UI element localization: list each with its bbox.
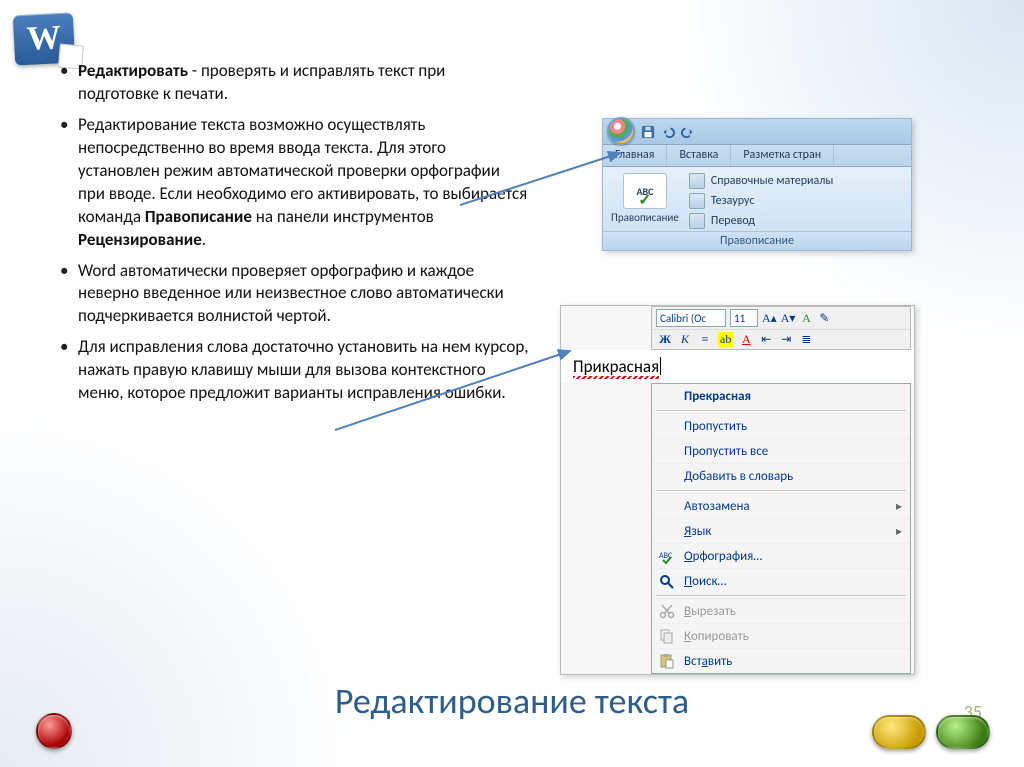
group-caption: Правописание (603, 231, 911, 250)
ctx-suggestion-label: Прекрасная (684, 389, 751, 404)
shrink-font-icon[interactable]: A▾ (781, 311, 796, 326)
ctx-search-u: П (684, 574, 692, 589)
ribbon-tabs: Главная Вставка Разметка стран (603, 145, 911, 167)
font-name-field[interactable]: Calibri (Ос (656, 309, 726, 327)
research-button[interactable]: Справочные материалы (689, 173, 833, 189)
cut-icon (658, 603, 676, 619)
thesaurus-button[interactable]: Тезаурус (689, 193, 833, 209)
bullet-2-bold2: Рецензирование (78, 229, 202, 250)
align-icon[interactable]: ≡ (698, 332, 712, 347)
spellcheck-icon: ABC (658, 548, 676, 564)
ctx-copy: Копировать (652, 623, 910, 648)
ctx-add-dictionary[interactable]: Добавить в словарь (652, 463, 910, 488)
ctx-spelling[interactable]: ABC Орфография… (652, 543, 910, 568)
spelling-button[interactable]: ABC Правописание (611, 173, 679, 229)
thesaurus-icon (689, 193, 705, 209)
spelling-icon: ABC (623, 173, 667, 209)
save-icon[interactable] (641, 125, 655, 139)
translate-button[interactable]: Перевод (689, 213, 833, 229)
spelling-label: Правописание (611, 211, 679, 224)
tab-home[interactable]: Главная (603, 145, 667, 166)
ctx-search-rest: оиск… (692, 574, 726, 589)
ctx-paste-rest: вить (708, 654, 732, 669)
office-button-icon[interactable] (607, 117, 635, 145)
ctx-search[interactable]: Поиск… (652, 568, 910, 593)
quick-access-toolbar (603, 119, 911, 145)
ctx-skip-all-label: Пропустить все (684, 444, 768, 459)
ctx-cut: Вырезать (652, 598, 910, 623)
context-menu: Прекрасная Пропустить Пропустить все Доб… (651, 383, 911, 674)
font-size-field[interactable]: 11 (730, 309, 758, 327)
document-text-area[interactable]: Прикрасная (561, 350, 914, 383)
redo-icon[interactable] (681, 125, 695, 139)
ctx-skip[interactable]: Пропустить (652, 413, 910, 438)
bullet-4: Для исправления слова достаточно установ… (60, 336, 530, 405)
indent-dec-icon[interactable]: ⇤ (759, 332, 773, 347)
text-cursor-icon (660, 357, 661, 375)
bullet-2-c: . (202, 229, 206, 250)
nav-stop-button[interactable] (36, 713, 72, 749)
ctx-cut-rest: ырезать (691, 604, 736, 619)
ctx-spell-rest: рфография… (693, 549, 763, 564)
styles-icon[interactable]: A (799, 311, 813, 326)
bullet-2-b: на панели инструментов (252, 206, 434, 227)
ctx-paste[interactable]: Вставить (652, 648, 910, 673)
ribbon-screenshot: Главная Вставка Разметка стран ABC Право… (602, 118, 912, 251)
nav-next-button[interactable] (936, 715, 990, 749)
slide-title: Редактирование текста (0, 679, 1024, 723)
bullet-2: Редактирование текста возможно осуществл… (60, 114, 530, 252)
ctx-skip-all[interactable]: Пропустить все (652, 438, 910, 463)
submenu-arrow-icon: ▸ (896, 524, 902, 539)
submenu-arrow-icon: ▸ (896, 499, 902, 514)
context-menu-screenshot: Calibri (Ос 11 A▴ A▾ A ✎ Ж К ≡ ab A ⇤ ⇥ … (560, 305, 915, 675)
body-text: Редактировать - проверять и исправлять т… (60, 60, 530, 413)
nav-prev-button[interactable] (872, 715, 926, 749)
highlight-icon[interactable]: ab (718, 332, 733, 347)
ctx-copy-rest: опировать (691, 629, 749, 644)
research-icon (689, 173, 705, 189)
font-color-icon[interactable]: A (739, 332, 753, 347)
bullet-1: Редактировать - проверять и исправлять т… (60, 60, 530, 106)
undo-icon[interactable] (661, 125, 675, 139)
bold-icon[interactable]: Ж (658, 332, 672, 347)
indent-inc-icon[interactable]: ⇥ (779, 332, 793, 347)
bullet-1-bold: Редактировать (78, 60, 188, 81)
ctx-autocorrect-label: Автозамена (684, 499, 750, 514)
bullets-icon[interactable]: ≣ (799, 332, 813, 347)
translate-label: Перевод (711, 214, 755, 228)
tab-insert[interactable]: Вставка (667, 145, 731, 166)
ctx-add-rest: обавить в словарь (692, 469, 793, 484)
misspelled-word: Прикрасная (573, 356, 659, 377)
ctx-skip-label: Пропустить (684, 419, 747, 434)
svg-text:ABC: ABC (659, 551, 673, 561)
word-logo-icon: W (13, 12, 76, 65)
thesaurus-label: Тезаурус (711, 194, 755, 208)
bullet-2-bold1: Правописание (145, 206, 252, 227)
italic-icon[interactable]: К (678, 332, 692, 347)
ctx-autocorrect[interactable]: Автозамена ▸ (652, 493, 910, 518)
research-label: Справочные материалы (711, 174, 833, 188)
paste-icon (658, 653, 676, 669)
ctx-lang-rest: зык (691, 524, 711, 539)
translate-icon (689, 213, 705, 229)
ctx-paste-a: Вст (684, 654, 702, 669)
ctx-copy-u: К (684, 629, 691, 644)
ctx-suggestion[interactable]: Прекрасная (652, 384, 910, 408)
grow-font-icon[interactable]: A▴ (762, 311, 777, 326)
ribbon-group-proofing: ABC Правописание Справочные материалы Те… (603, 167, 911, 231)
mini-toolbar: Calibri (Ос 11 A▴ A▾ A ✎ Ж К ≡ ab A ⇤ ⇥ … (651, 306, 911, 350)
ctx-language[interactable]: Язык▸ (652, 518, 910, 543)
copy-icon (658, 628, 676, 644)
format-painter-icon[interactable]: ✎ (817, 311, 831, 326)
bullet-3: Word автоматически проверяет орфографию … (60, 260, 530, 329)
ctx-spell-u: О (684, 549, 693, 564)
search-icon (658, 573, 676, 589)
tab-layout[interactable]: Разметка стран (731, 145, 834, 166)
